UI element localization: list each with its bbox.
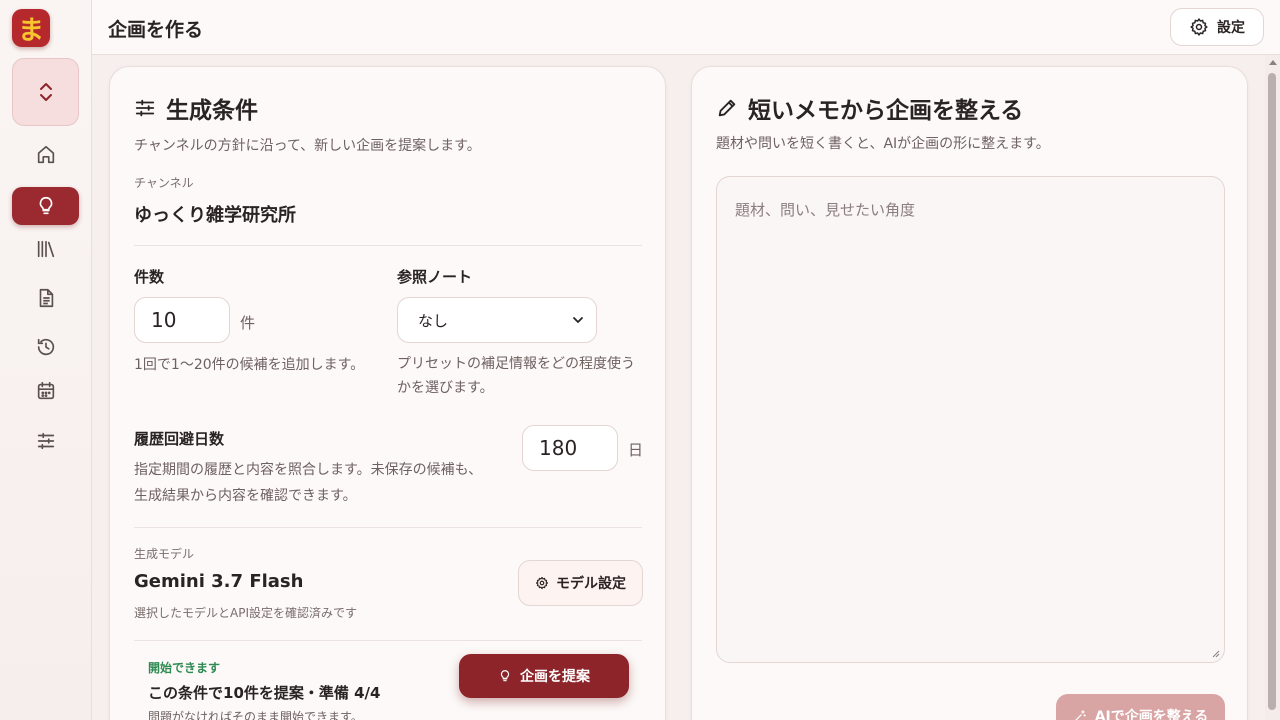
ready-summary: この条件で10件を提案・準備 4/4 <box>148 684 381 702</box>
pencil-icon <box>718 99 736 117</box>
count-label: 件数 <box>134 268 165 286</box>
nav-ideas[interactable] <box>12 187 79 225</box>
avoid-days-help-1: 指定期間の履歴と内容を照合します。未保存の候補も、 <box>134 462 483 478</box>
sliders-icon <box>135 99 155 117</box>
ai-refine-button[interactable]: AIで企画を整える <box>1056 694 1225 720</box>
reference-note-value: なし <box>418 311 449 330</box>
nav-library[interactable] <box>12 230 79 268</box>
channel-label: チャンネル <box>134 176 194 190</box>
reference-note-label: 参照ノート <box>397 268 473 286</box>
avoid-days-value: 180 <box>539 436 578 460</box>
model-settings-label: モデル設定 <box>556 576 626 592</box>
divider <box>134 640 642 641</box>
sidebar: ま <box>0 0 92 720</box>
count-value: 10 <box>151 308 177 332</box>
nav-documents[interactable] <box>12 279 79 317</box>
conditions-title: 生成条件 <box>166 98 258 124</box>
reference-note-select[interactable]: なし <box>397 297 597 343</box>
count-help: 1回で1〜20件の候補を追加します。 <box>134 357 365 373</box>
history-icon <box>37 338 54 356</box>
app-logo[interactable]: ま <box>12 9 50 47</box>
ai-refine-label: AIで企画を整える <box>1094 709 1209 720</box>
app-logo-text: ま <box>17 15 44 46</box>
nav-settings[interactable] <box>12 422 79 460</box>
sliders-icon <box>37 432 54 450</box>
divider <box>134 527 642 528</box>
gear-icon <box>535 576 549 590</box>
top-header: 企画を作る 設定 <box>92 0 1280 55</box>
propose-ideas-label: 企画を提案 <box>520 669 590 685</box>
model-name: Gemini 3.7 Flash <box>134 571 304 592</box>
home-icon <box>37 145 54 164</box>
avoid-days-label: 履歴回避日数 <box>134 430 225 448</box>
chevron-down-icon <box>573 317 583 323</box>
memo-title: 短いメモから企画を整える <box>748 98 1024 124</box>
divider <box>134 245 642 246</box>
sparkles-icon <box>1074 710 1086 720</box>
lightbulb-icon <box>500 670 510 682</box>
workspace-switcher-button[interactable] <box>12 58 79 126</box>
library-icon <box>37 240 54 258</box>
conditions-heading: 生成条件 <box>134 91 258 125</box>
document-icon <box>39 288 53 308</box>
page-scrollbar[interactable] <box>1265 55 1280 720</box>
chevron-up-down-icon <box>39 83 52 101</box>
memo-placeholder: 題材、問い、見せたい角度 <box>735 201 916 219</box>
resize-grip-icon[interactable] <box>1212 650 1220 658</box>
avoid-days-input[interactable]: 180 <box>522 425 618 471</box>
memo-card: 短いメモから企画を整える 題材や問いを短く書くと、AIが企画の形に整えます。 題… <box>691 66 1248 720</box>
memo-textarea[interactable]: 題材、問い、見せたい角度 <box>716 176 1225 663</box>
nav-history[interactable] <box>12 328 79 366</box>
scroll-up-arrow-icon[interactable] <box>1269 60 1277 65</box>
ready-status: 開始できます <box>148 661 221 675</box>
nav-home[interactable] <box>12 136 79 174</box>
avoid-days-help-2: 生成結果から内容を確認できます。 <box>134 488 357 504</box>
model-settings-button[interactable]: モデル設定 <box>518 560 643 606</box>
reference-note-help-1: プリセットの補足情報をどの程度使う <box>397 356 635 372</box>
page-title: 企画を作る <box>108 19 204 41</box>
avoid-days-unit: 日 <box>628 441 644 459</box>
ready-note: 問題がなければそのまま開始できます。 <box>148 710 363 720</box>
conditions-card: 生成条件 チャンネルの方針に沿って、新しい企画を提案します。 チャンネル ゆっく… <box>109 66 666 720</box>
lightbulb-icon <box>39 196 52 215</box>
channel-value: ゆっくり雑学研究所 <box>134 205 296 226</box>
propose-ideas-button[interactable]: 企画を提案 <box>459 654 629 698</box>
settings-button[interactable]: 設定 <box>1170 8 1264 46</box>
model-label: 生成モデル <box>134 547 195 561</box>
reference-note-help-2: かを選びます。 <box>397 380 494 396</box>
nav-calendar[interactable] <box>12 372 79 410</box>
conditions-subtitle: チャンネルの方針に沿って、新しい企画を提案します。 <box>134 138 481 154</box>
count-unit: 件 <box>240 314 256 332</box>
settings-label: 設定 <box>1217 20 1245 36</box>
memo-heading: 短いメモから企画を整える <box>716 91 1023 125</box>
count-input[interactable]: 10 <box>134 297 230 343</box>
memo-subtitle: 題材や問いを短く書くと、AIが企画の形に整えます。 <box>716 136 1050 152</box>
model-help: 選択したモデルとAPI設定を確認済みです <box>134 606 357 620</box>
gear-icon <box>1190 18 1208 36</box>
scroll-thumb[interactable] <box>1268 73 1276 710</box>
calendar-icon <box>37 381 54 400</box>
